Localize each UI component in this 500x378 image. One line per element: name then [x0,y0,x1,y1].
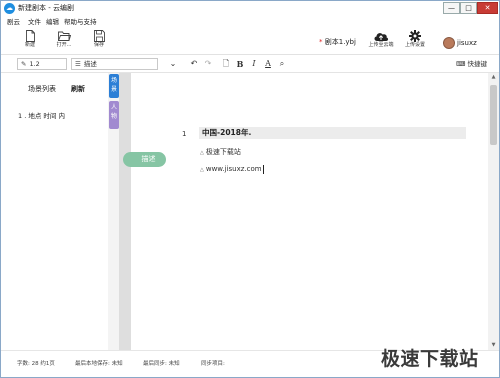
save-disk-icon [93,30,105,42]
sync-status: 最后同步: 未知 [143,361,180,367]
avatar[interactable] [443,37,455,49]
cloud-upload-button[interactable]: 上传至云端 [363,30,399,54]
new-file-icon [25,30,35,42]
scene-heading-line[interactable]: 中国-2018年. [199,127,466,139]
upload-settings-button[interactable]: 上传设置 [397,30,433,54]
italic-button[interactable]: I [248,58,260,70]
maximize-button[interactable]: □ [460,2,477,14]
gear-icon [409,30,421,42]
watermark-logo: 极速下载站 [381,348,479,370]
cloud-upload-label: 上传至云端 [368,42,394,48]
window-title: 新建剧本 - 云编剧 [18,4,74,12]
app-window: ☁ 新建剧本 - 云编剧 — □ ✕ 剧云 文件 编辑 帮助与支持 新建 打开.… [0,0,500,378]
text-cursor [262,164,264,174]
open-label: 打开... [56,42,72,48]
vertical-scrollbar[interactable]: ▲ ▼ [488,73,499,350]
document-name: 剧本1.ybj [324,38,356,46]
sync-project-status: 同步项目: [201,361,225,367]
quick-keys-label: 快捷键 [467,60,487,68]
menu-jiyun[interactable]: 剧云 [7,17,20,28]
scene-number-value: 1.2 [29,60,40,68]
element-type-value: 描述 [83,60,97,68]
scene-number-field[interactable]: ✎ 1.2 [17,58,67,70]
title-bar: ☁ 新建剧本 - 云编剧 — □ ✕ [1,1,499,16]
line-number: 1 [182,130,187,138]
refresh-button[interactable]: 刷新 [71,84,85,94]
menu-edit[interactable]: 编辑 [46,17,59,28]
scroll-down-icon[interactable]: ▼ [488,341,499,350]
element-type-field[interactable]: ☰ 描述 [71,58,158,70]
open-folder-icon [57,31,71,41]
menu-bar: 剧云 文件 编辑 帮助与支持 [1,16,499,29]
new-button[interactable]: 新建 [17,30,43,54]
new-label: 新建 [24,42,35,48]
description-line[interactable]: △ www.jisuxz.com [200,164,264,175]
scene-list-panel: 场景列表 刷新 1 . 地点 时间 内 [1,73,108,350]
close-button[interactable]: ✕ [477,2,498,14]
description-text: www.jisuxz.com [205,165,262,173]
chevron-down-icon[interactable]: ⌄ [167,58,179,70]
open-button[interactable]: 打开... [51,30,77,54]
triangle-marker-icon: △ [200,150,204,156]
triangle-marker-icon: △ [200,167,204,173]
quick-keys-button[interactable]: ⌨ 快捷键 [456,60,487,69]
list-icon: ☰ [75,60,81,68]
local-save-status: 最后本地保存: 未知 [75,361,123,367]
tab-scene[interactable]: 场景 [109,74,119,98]
unsaved-marker: * [319,38,323,46]
keyboard-icon: ⌨ [456,60,466,68]
save-label: 保存 [93,42,104,48]
format-bar: ✎ 1.2 ☰ 描述 ⌄ ↶ ↷ 🗋 B I A ⌕ ⌨ 快捷键 [1,56,499,73]
pencil-icon: ✎ [21,60,27,68]
description-text: 极速下载站 [205,148,241,156]
upload-settings-label: 上传设置 [404,42,425,48]
tab-character[interactable]: 人物 [109,101,119,129]
menu-help[interactable]: 帮助与支持 [64,17,97,28]
undo-icon[interactable]: ↶ [188,58,200,70]
menu-file[interactable]: 文件 [28,17,41,28]
username[interactable]: jisuxz [457,38,477,48]
save-button[interactable]: 保存 [86,30,112,54]
redo-icon[interactable]: ↷ [202,58,214,70]
vertical-tab-strip: 场景 人物 [108,73,119,350]
cloud-upload-icon [374,33,389,41]
scene-list-title: 场景列表 [28,85,56,93]
element-type-bubble[interactable]: 描述 [123,152,166,167]
search-icon[interactable]: ⌕ [276,58,288,70]
main-toolbar: 新建 打开... 保存 * 剧本1.ybj 上传至云端 上传设置 jisuxz [1,29,499,55]
editor-gutter [119,73,131,350]
cloud-app-icon: ☁ [4,3,15,14]
page-icon[interactable]: 🗋 [220,58,232,70]
scroll-thumb[interactable] [490,85,497,145]
description-line[interactable]: △ 极速下载站 [200,147,241,158]
scroll-up-icon[interactable]: ▲ [488,73,499,82]
word-count: 字数: 28 约1页 [17,361,55,367]
scene-list-item[interactable]: 1 . 地点 时间 内 [18,112,65,121]
document-title: * 剧本1.ybj [319,37,356,47]
underline-button[interactable]: A [262,58,274,70]
minimize-button[interactable]: — [443,2,460,14]
bold-button[interactable]: B [234,58,246,70]
